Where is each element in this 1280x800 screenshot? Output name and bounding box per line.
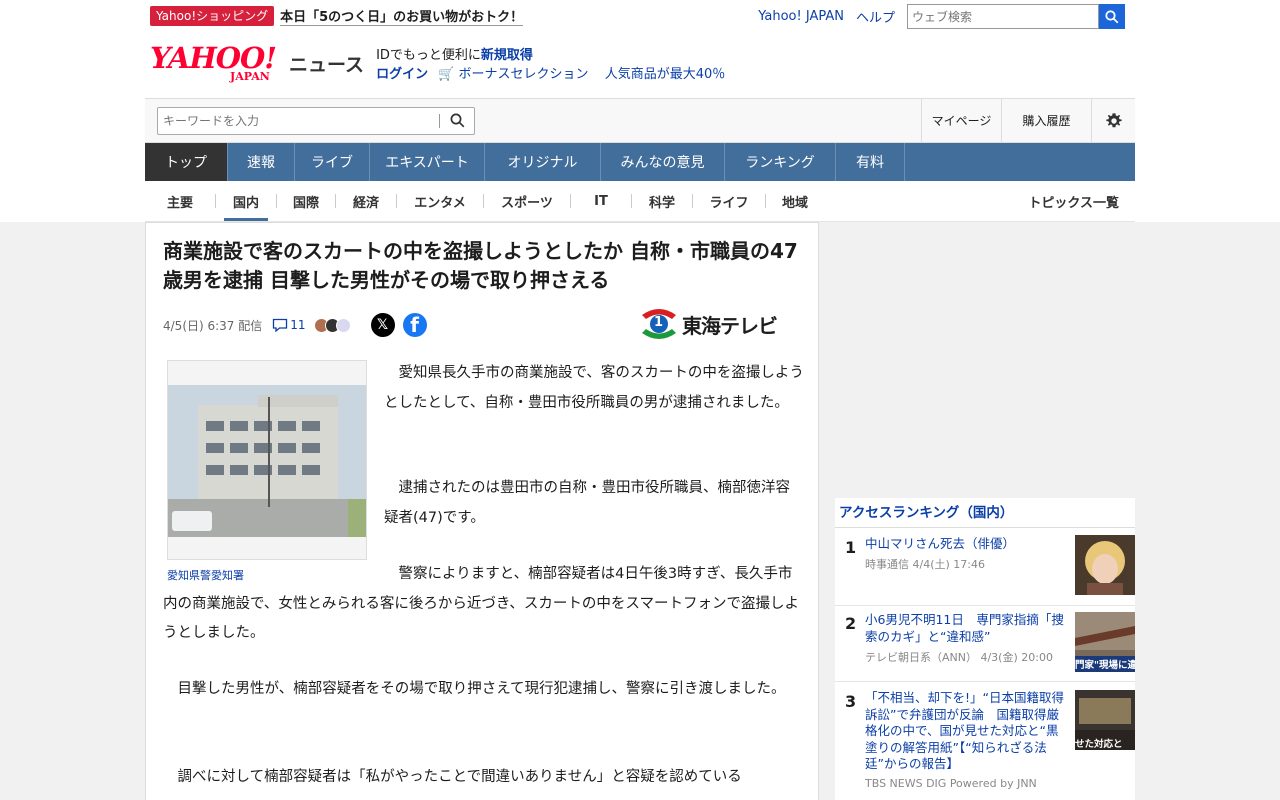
- rank-thumbnail: せた対応と: [1075, 690, 1135, 750]
- category-domestic[interactable]: 国内: [224, 181, 268, 222]
- web-search-button[interactable]: [1099, 4, 1125, 29]
- yahoo-logo[interactable]: YAHOO! JAPAN: [150, 44, 285, 84]
- category-main[interactable]: 主要: [145, 181, 215, 222]
- rank-thumbnail: 門家"現場に違: [1075, 612, 1135, 672]
- ranking-item[interactable]: 3 「不相当、却下を!」“日本国籍取得訴訟”で弁護団が反論 国籍取得厳格化の中で…: [835, 690, 1135, 800]
- main-nav-paid[interactable]: 有料: [836, 143, 905, 181]
- x-share-icon[interactable]: 𝕏: [370, 313, 395, 337]
- article-title: 商業施設で客のスカートの中を盗撮しようとしたか 自称・市職員の47歳男を逮捕 目…: [163, 239, 798, 292]
- article-photo[interactable]: [167, 360, 367, 560]
- header-links: Yahoo! JAPAN ヘルプ: [758, 4, 1125, 29]
- access-ranking: アクセスランキング（国内） 1 中山マリさん死去（俳優） 時事通信 4/4(土)…: [835, 498, 1135, 800]
- source-name: 東海テレビ: [682, 313, 778, 338]
- rank-source: 時事通信 4/4(土) 17:46: [865, 558, 985, 571]
- category-economy[interactable]: 経済: [336, 181, 396, 222]
- mypage-link[interactable]: マイページ: [921, 99, 1001, 142]
- rank-source: TBS NEWS DIG Powered by JNN: [865, 777, 1037, 790]
- rank-number: 2: [845, 614, 857, 633]
- article-paragraph: 警察によりますと、楠部容疑者は4日午後3時すぎ、長久手市内の商業施設で、女性とみ…: [163, 566, 799, 641]
- comment-icon: [273, 318, 288, 332]
- web-search: [907, 4, 1125, 29]
- purchase-history-link[interactable]: 購入履歴: [1001, 99, 1091, 142]
- keyword-search: [157, 106, 475, 135]
- login-link[interactable]: ログイン: [376, 67, 428, 82]
- commenter-avatars: [313, 317, 351, 333]
- yahoo-japan-link[interactable]: Yahoo! JAPAN: [758, 9, 844, 24]
- category-life[interactable]: ライフ: [693, 181, 765, 222]
- id-promo: IDでもっと便利に新規取得 ログイン 🛒 ボーナスセレクション 人気商品が最大4…: [376, 48, 726, 82]
- promo-bar: Yahoo!ショッピング 本日「5のつく日」のお買い物がおトク！ Yahoo! …: [145, 0, 1135, 32]
- keyword-search-input[interactable]: [158, 108, 439, 133]
- bonus-link[interactable]: ボーナスセレクション: [459, 67, 589, 82]
- article-paragraph: 愛知県長久手市の商業施設で、客のスカートの中を盗撮しようとしたとして、自称・豊田…: [384, 365, 804, 411]
- ranking-item[interactable]: 2 小6男児不明11日 専門家指摘「捜索のカギ」と“違和感” テレビ朝日系（AN…: [835, 612, 1135, 680]
- category-region[interactable]: 地域: [766, 181, 824, 222]
- main-nav-opinion[interactable]: みんなの意見: [601, 143, 725, 181]
- promo-link[interactable]: 本日「5のつく日」のお買い物がおトク！: [280, 6, 524, 26]
- main-nav-expert[interactable]: エキスパート: [370, 143, 485, 181]
- web-search-input[interactable]: [907, 4, 1099, 29]
- main-nav-ranking[interactable]: ランキング: [725, 143, 836, 181]
- avatar: [335, 317, 351, 333]
- keyword-search-button[interactable]: [440, 108, 474, 134]
- article: 商業施設で客のスカートの中を盗撮しようとしたか 自称・市職員の47歳男を逮捕 目…: [145, 222, 819, 800]
- topics-list-link[interactable]: トピックス一覧: [1028, 192, 1119, 211]
- help-link[interactable]: ヘルプ: [856, 7, 895, 26]
- register-link[interactable]: 新規取得: [481, 48, 533, 63]
- category-nav: 主要 国内 国際 経済 エンタメ スポーツ IT 科学 ライフ 地域 トピックス…: [145, 181, 1135, 222]
- cart-icon: 🛒: [438, 67, 455, 82]
- rank-title: 小6男児不明11日 専門家指摘「捜索のカギ」と“違和感”: [865, 612, 1064, 644]
- search-icon: [1105, 9, 1119, 23]
- news-service-name[interactable]: ニュース: [289, 50, 364, 77]
- search-icon: [450, 113, 464, 128]
- settings-button[interactable]: [1091, 99, 1135, 142]
- logo-row: YAHOO! JAPAN ニュース IDでもっと便利に新規取得 ログイン 🛒 ボ…: [145, 32, 1135, 98]
- rank-number: 3: [845, 692, 857, 711]
- main-nav: トップ 速報 ライブ エキスパート オリジナル みんなの意見 ランキング 有料: [145, 143, 1135, 181]
- comment-count: 11: [290, 318, 306, 332]
- rank-thumbnail: [1075, 535, 1135, 595]
- category-entertainment[interactable]: エンタメ: [397, 181, 483, 222]
- share-buttons: 𝕏 f: [370, 313, 427, 337]
- category-international[interactable]: 国際: [277, 181, 335, 222]
- content-area: 商業施設で客のスカートの中を盗撮しようとしたか 自称・市職員の47歳男を逮捕 目…: [145, 222, 1135, 800]
- rank-title: 中山マリさん死去（俳優）: [865, 536, 1016, 551]
- facebook-share-icon[interactable]: f: [402, 313, 427, 337]
- rank-source: テレビ朝日系（ANN） 4/3(金) 20:00: [865, 651, 1053, 664]
- popular-link[interactable]: 人気商品が最大40％: [605, 67, 726, 82]
- main-nav-flash[interactable]: 速報: [228, 143, 295, 181]
- article-paragraph: 逮捕されたのは豊田市の自称・豊田市役所職員、楠部徳洋容疑者(47)です。: [384, 480, 790, 526]
- article-meta: 4/5(日) 6:37 配信 11 𝕏 f: [163, 312, 427, 338]
- rank-title: 「不相当、却下を!」“日本国籍取得訴訟”で弁護団が反論 国籍取得厳格化の中で、国…: [865, 690, 1064, 771]
- utility-bar: マイページ 購入履歴: [145, 98, 1135, 143]
- shopping-badge[interactable]: Yahoo!ショッピング: [150, 6, 275, 26]
- category-sports[interactable]: スポーツ: [484, 181, 570, 222]
- ranking-item[interactable]: 1 中山マリさん死去（俳優） 時事通信 4/4(土) 17:46: [835, 535, 1135, 604]
- rank-number: 1: [845, 538, 857, 557]
- main-nav-top[interactable]: トップ: [145, 143, 228, 181]
- main-nav-original[interactable]: オリジナル: [485, 143, 601, 181]
- main-nav-live[interactable]: ライブ: [295, 143, 370, 181]
- tokai-tv-mark-icon: 1: [640, 307, 678, 341]
- category-science[interactable]: 科学: [632, 181, 692, 222]
- article-paragraph: 調べに対して楠部容疑者は「私がやったことで間違いありません」と容疑を認めている: [163, 769, 742, 785]
- comments-link[interactable]: 11: [272, 318, 306, 332]
- thumbnail-caption: 門家"現場に違: [1075, 660, 1135, 671]
- source-logo[interactable]: 1 東海テレビ: [640, 307, 778, 341]
- gear-icon: [1105, 112, 1122, 127]
- category-it[interactable]: IT: [571, 181, 631, 222]
- publish-date: 4/5(日) 6:37 配信: [163, 318, 263, 333]
- thumbnail-caption: せた対応と: [1075, 739, 1123, 750]
- article-paragraph: 目撃した男性が、楠部容疑者をその場で取り押さえて現行犯逮捕し、警察に引き渡しまし…: [163, 681, 786, 697]
- police-station-image: [168, 385, 366, 537]
- ranking-heading: アクセスランキング（国内）: [835, 498, 1135, 528]
